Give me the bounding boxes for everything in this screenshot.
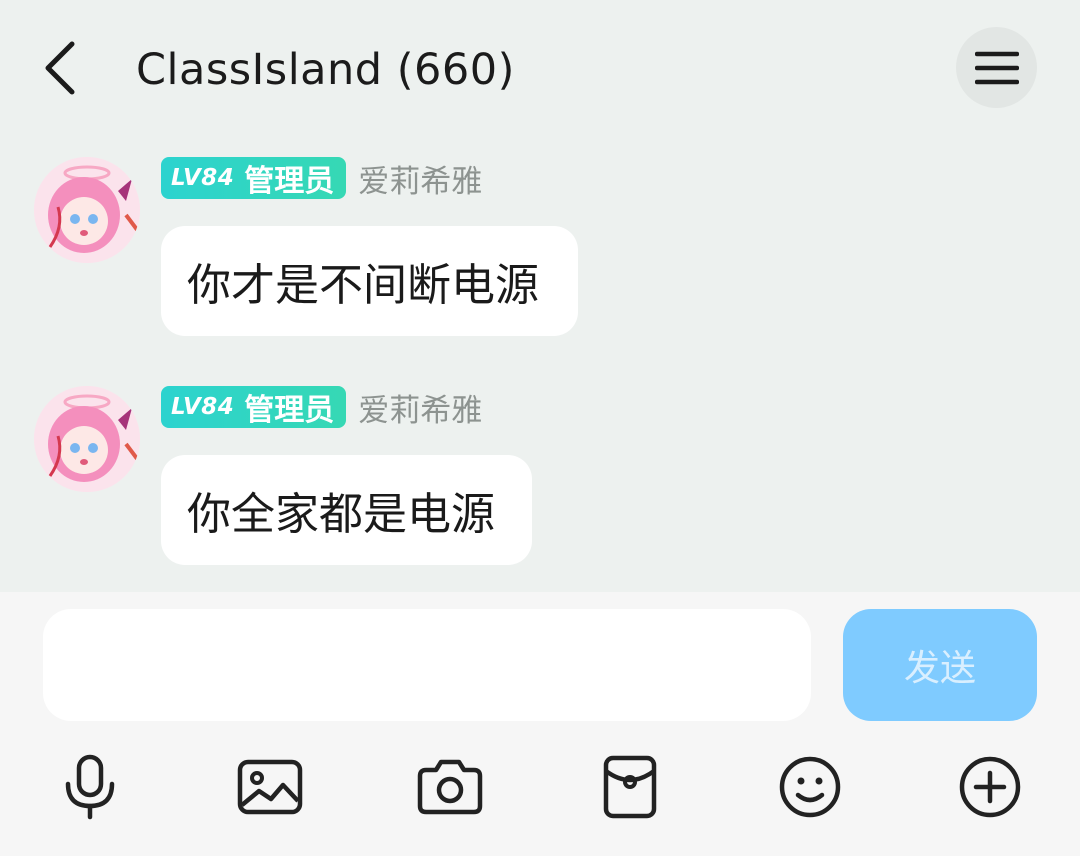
- level-badge: LV84 管理员: [161, 386, 347, 428]
- microphone-icon: [65, 754, 115, 820]
- red-packet-icon: [603, 755, 657, 819]
- message-item: LV84 管理员 爱莉希雅 你全家都是电源: [0, 386, 1080, 576]
- message-meta: LV84 管理员 爱莉希雅: [161, 156, 482, 201]
- image-icon: [237, 759, 303, 815]
- avatar-image: [34, 386, 140, 492]
- sender-name[interactable]: 爱莉希雅: [358, 385, 482, 430]
- avatar-image: [34, 157, 140, 263]
- voice-button[interactable]: [55, 752, 125, 822]
- badge-level: LV84: [171, 394, 235, 420]
- composer-panel: 发送: [0, 592, 1080, 856]
- badge-role: 管理员: [244, 393, 335, 428]
- sender-name[interactable]: 爱莉希雅: [358, 156, 482, 201]
- hamburger-menu-icon: [974, 51, 1019, 84]
- red-packet-button[interactable]: [595, 752, 665, 822]
- camera-button[interactable]: [415, 752, 485, 822]
- composer-toolbar: [0, 752, 1080, 822]
- badge-level: LV84: [171, 165, 235, 191]
- back-button[interactable]: [30, 32, 90, 104]
- chat-header: ClassIsland (660): [0, 0, 1080, 135]
- message-meta: LV84 管理员 爱莉希雅: [161, 385, 482, 430]
- avatar[interactable]: [34, 157, 140, 263]
- avatar[interactable]: [34, 386, 140, 492]
- plus-icon: [959, 756, 1021, 818]
- camera-icon: [417, 759, 483, 815]
- badge-role: 管理员: [244, 164, 335, 199]
- message-input[interactable]: [43, 609, 811, 721]
- message-bubble[interactable]: 你才是不间断电源: [161, 226, 578, 336]
- page-title: ClassIsland (660): [136, 45, 515, 95]
- send-button[interactable]: 发送: [843, 609, 1037, 721]
- more-button[interactable]: [955, 752, 1025, 822]
- message-item: LV84 管理员 爱莉希雅 你才是不间断电源: [0, 157, 1080, 347]
- chevron-left-icon: [45, 41, 75, 95]
- level-badge: LV84 管理员: [161, 157, 347, 199]
- image-button[interactable]: [235, 752, 305, 822]
- emoji-icon: [779, 756, 841, 818]
- menu-button[interactable]: [956, 27, 1037, 108]
- emoji-button[interactable]: [775, 752, 845, 822]
- message-bubble[interactable]: 你全家都是电源: [161, 455, 532, 565]
